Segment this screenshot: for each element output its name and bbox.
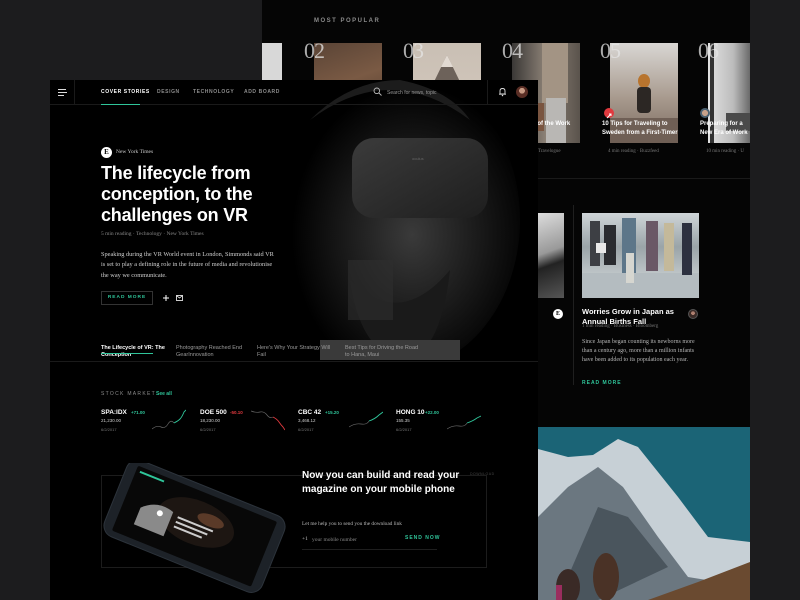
article-thumbnail[interactable] xyxy=(538,213,564,298)
divider xyxy=(487,80,488,105)
bell-icon[interactable] xyxy=(498,87,507,97)
source-name[interactable]: New York Times xyxy=(116,149,153,155)
popular-number: 03 xyxy=(403,38,424,63)
see-all-link[interactable]: See all xyxy=(156,391,172,397)
menu-icon xyxy=(58,95,64,96)
promo-title: Now you can build and read your magazine… xyxy=(302,470,460,495)
stock-ticker[interactable]: SPA:IDX +71.00 21,230.00 6/2/2017 xyxy=(101,409,197,435)
article-meta: 1 min reading · Business · Bloomberg xyxy=(582,324,659,329)
most-popular-label: MOST POPULAR xyxy=(314,18,381,24)
popular-meta: Travelogue xyxy=(538,149,561,154)
stock-value: 155.35 xyxy=(396,418,410,423)
stock-value: 21,230.00 xyxy=(101,418,122,423)
input-underline xyxy=(302,549,437,550)
hero-meta: 5 min reading · Technology · New York Ti… xyxy=(101,231,204,237)
user-avatar[interactable] xyxy=(516,86,528,98)
popular-title[interactable]: Preparing for a New Era of Work xyxy=(700,120,750,138)
nav-tab-technology[interactable]: TECHNOLOGY xyxy=(193,89,234,95)
stock-ticker[interactable]: HONG 10 +22.00 155.35 6/2/2017 xyxy=(396,409,492,435)
stock-ticker[interactable]: DOE 500 -50.10 18,230.00 6/2/2017 xyxy=(200,409,296,435)
stock-sparkline xyxy=(447,415,481,430)
phone-mockup-image xyxy=(103,463,286,593)
stock-change: +22.00 xyxy=(425,410,439,415)
source-logo: E xyxy=(553,309,563,319)
trending-badge-icon xyxy=(604,108,614,119)
hero-vr-photo: oculus xyxy=(250,80,538,360)
nav-tab-design[interactable]: DESIGN xyxy=(157,89,180,95)
stock-change: -50.10 xyxy=(230,410,243,415)
menu-icon xyxy=(58,92,67,93)
add-icon[interactable] xyxy=(162,294,170,302)
nav-tab-add-board[interactable]: ADD BOARD xyxy=(244,89,280,95)
author-avatar[interactable] xyxy=(688,309,698,319)
stock-ticker[interactable]: CBC 42 +15.20 3,468.12 6/2/2017 xyxy=(298,409,394,435)
stock-market-label: STOCK MARKET xyxy=(101,391,156,397)
stock-value: 3,468.12 xyxy=(298,418,316,423)
active-tab-indicator xyxy=(101,104,140,105)
stock-sparkline xyxy=(349,411,383,428)
popular-meta: 4 min reading · Buzzfeed xyxy=(608,149,659,154)
svg-text:oculus: oculus xyxy=(412,156,424,161)
stock-date: 6/2/2017 xyxy=(298,427,314,432)
divider xyxy=(50,361,538,362)
divider xyxy=(502,178,750,179)
mail-icon[interactable] xyxy=(176,295,183,301)
article-excerpt: Since Japan began counting its newborns … xyxy=(582,339,695,363)
story-tab[interactable]: Here's Why Your Strategy Will Fail xyxy=(257,345,332,359)
stock-symbol: CBC 42 xyxy=(298,409,322,416)
search-input[interactable] xyxy=(387,88,477,97)
top-navigation-bar: COVER STORIES DESIGN TECHNOLOGY ADD BOAR… xyxy=(50,80,538,105)
main-panel: oculus COVER STORIES DESIGN TECHNOLOGY A… xyxy=(50,80,538,600)
stock-change: +71.00 xyxy=(131,410,145,415)
stock-change: +15.20 xyxy=(325,410,339,415)
stock-symbol: DOE 500 xyxy=(200,409,227,416)
stock-date: 6/2/2017 xyxy=(200,427,216,432)
popular-meta: 10 min reading · U xyxy=(706,149,745,154)
promo-subtitle: Let me help you to send you the download… xyxy=(302,521,402,527)
read-more-button[interactable]: READ MORE xyxy=(101,291,153,305)
promo-tag: DOWNLOAD xyxy=(470,472,495,476)
menu-icon xyxy=(58,89,66,90)
stock-date: 6/2/2017 xyxy=(396,427,412,432)
mobile-number-input[interactable] xyxy=(312,535,402,544)
mountain-image[interactable] xyxy=(538,427,750,600)
hero-title[interactable]: The lifecycle from conception, to the ch… xyxy=(101,163,276,226)
stock-symbol: HONG 10 xyxy=(396,409,425,416)
popular-number: 06 xyxy=(698,38,719,63)
stock-value: 18,230.00 xyxy=(200,418,221,423)
popular-number: 05 xyxy=(600,38,621,63)
popular-number: 04 xyxy=(502,38,523,63)
stock-sparkline xyxy=(152,409,186,430)
menu-button[interactable] xyxy=(50,80,75,105)
author-avatar xyxy=(700,108,710,118)
hero-excerpt: Speaking during the VR World event in Lo… xyxy=(101,251,274,279)
source-logo: E xyxy=(101,147,112,158)
send-now-button[interactable]: SEND NOW xyxy=(405,535,441,541)
divider xyxy=(573,205,574,385)
nav-tab-cover-stories[interactable]: COVER STORIES xyxy=(101,89,150,95)
stock-date: 6/2/2017 xyxy=(101,427,117,432)
stock-symbol: SPA:IDX xyxy=(101,409,127,416)
stock-sparkline xyxy=(251,410,285,431)
read-more-link[interactable]: READ MORE xyxy=(582,380,622,386)
search-icon[interactable] xyxy=(373,87,382,96)
country-code[interactable]: +1 xyxy=(302,536,308,542)
story-tab[interactable]: The Lifecycle of VR: The Conception xyxy=(101,345,176,359)
active-story-indicator xyxy=(101,353,153,354)
popular-title[interactable]: 10 Tips for Traveling to Sweden from a F… xyxy=(602,120,682,138)
popular-number: 02 xyxy=(304,38,325,63)
story-tab[interactable]: Best Tips for Driving the Road to Hana, … xyxy=(345,345,420,359)
story-tab[interactable]: Photography Reached End GearInnovation xyxy=(176,345,251,359)
article-image[interactable] xyxy=(582,213,699,298)
